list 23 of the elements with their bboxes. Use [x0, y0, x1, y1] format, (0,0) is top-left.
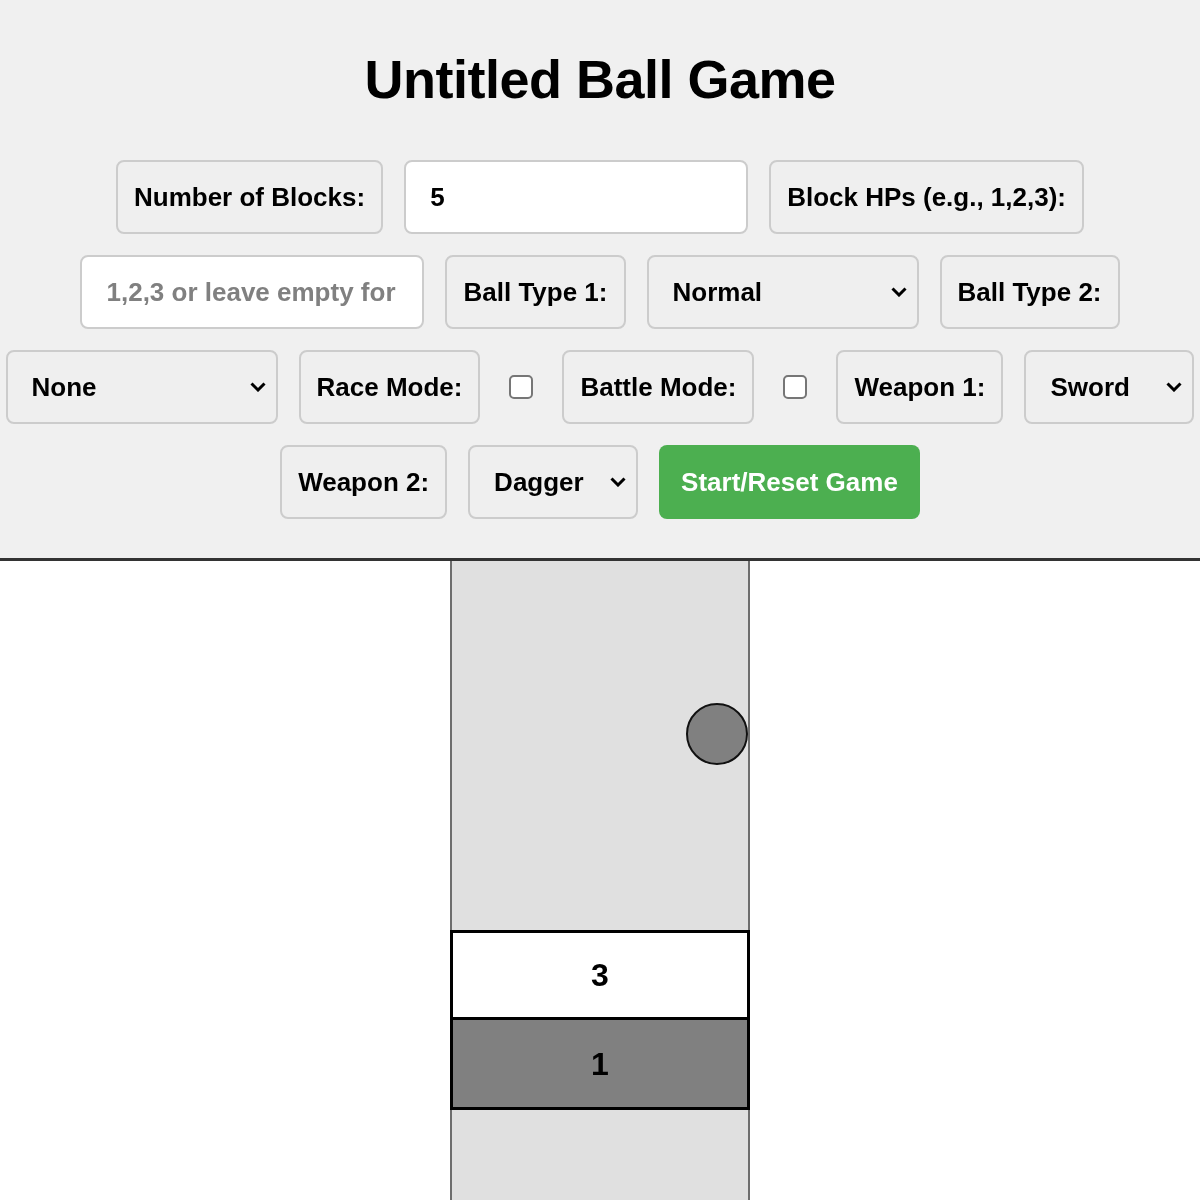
checkbox[interactable]	[509, 375, 534, 400]
text-field[interactable]: 1,2,3 or leave empty for	[80, 255, 425, 330]
dropdown[interactable]: Dagger	[468, 445, 639, 520]
field-label: Weapon 1:	[836, 350, 1004, 425]
chevron-down-icon	[610, 477, 627, 488]
field-label: Race Mode:	[298, 350, 481, 425]
dropdown[interactable]: None	[5, 350, 278, 425]
game-block: 3	[450, 930, 750, 1021]
field-label: Battle Mode:	[562, 350, 755, 425]
field-label: Number of Blocks:	[116, 160, 384, 235]
text-field[interactable]: 5	[404, 160, 749, 235]
chevron-down-icon	[1166, 382, 1183, 393]
field-label: Ball Type 2:	[939, 255, 1120, 330]
dropdown[interactable]: Normal	[646, 255, 919, 330]
game-block: 1	[450, 1020, 750, 1111]
chevron-down-icon	[890, 287, 907, 298]
chevron-down-icon	[249, 382, 266, 393]
field-label: Ball Type 1:	[445, 255, 626, 330]
field-label: Weapon 2:	[280, 445, 448, 520]
game-title: Untitled Ball Game	[364, 48, 836, 111]
dropdown[interactable]: Sword	[1024, 350, 1195, 425]
checkbox[interactable]	[783, 375, 808, 400]
field-label: Block HPs (e.g., 1,2,3):	[769, 160, 1084, 235]
